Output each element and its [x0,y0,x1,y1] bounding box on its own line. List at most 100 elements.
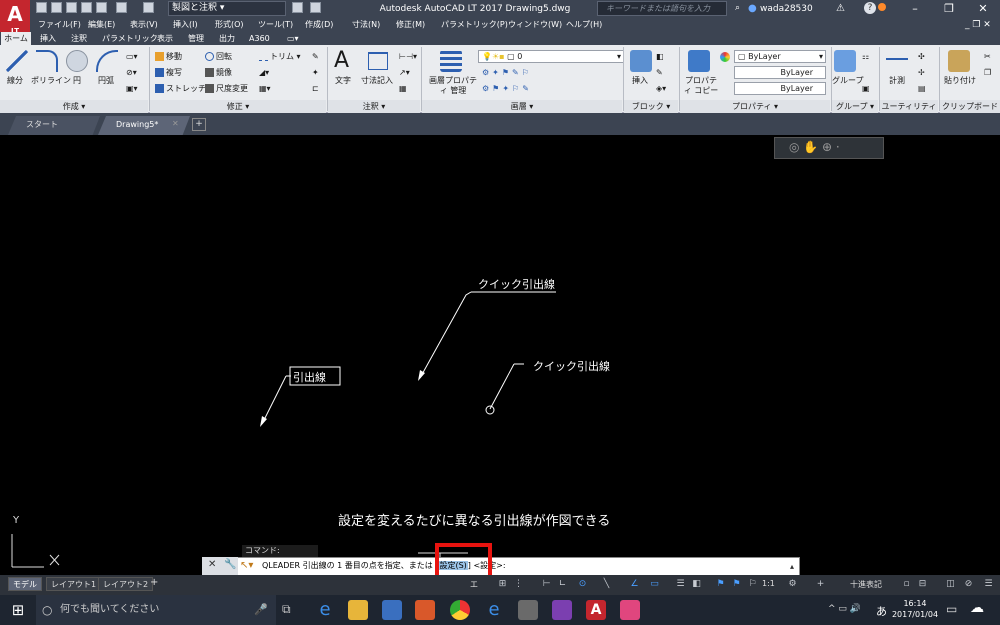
region-icon[interactable]: ▣▾ [126,84,138,94]
trim-tool[interactable]: トリム ▾ [259,52,301,62]
help-icon[interactable]: ? [864,2,876,14]
menu-tools[interactable]: ツール(T) [258,18,293,32]
open-file-icon[interactable] [51,2,62,13]
app-icon-3[interactable] [620,600,640,620]
ungroup-icon[interactable]: ⚏ [862,52,869,62]
store-icon[interactable] [382,600,402,620]
action-center-icon[interactable]: ▭ [946,602,957,616]
isodraft-icon[interactable]: ∠ [628,578,641,591]
start-button[interactable]: ⊞ [0,595,36,625]
binoculars-icon[interactable]: ⌕ [735,3,747,14]
tab-view[interactable]: 表示 [157,33,173,45]
layer-properties-icon[interactable] [440,50,462,72]
ribbon-toggle-icon[interactable]: ▭▾ [287,33,299,45]
tab-annotate[interactable]: 注釈 [71,33,87,45]
copy-clip-icon[interactable]: ❐ [984,68,991,78]
polyline-icon[interactable] [36,50,58,72]
menu-dimension[interactable]: 寸法(N) [352,18,380,32]
system-tray-icons[interactable]: ^ ▭ 🔊 [828,604,861,614]
layers-panel-label[interactable]: 画層 ▾ [422,100,622,113]
tab-layout2[interactable]: レイアウト2 [98,577,154,591]
tab-home[interactable]: ホーム [1,32,31,45]
linetype-dropdown[interactable]: ByLayer [734,66,826,79]
otrack-icon[interactable]: ▭ [648,578,661,591]
undo-icon[interactable] [116,2,127,13]
menu-edit[interactable]: 編集(E) [88,18,115,32]
scale-tool[interactable]: 尺度変更 [205,84,248,94]
lineweight-dropdown[interactable]: ByLayer [734,82,826,95]
app-icon[interactable] [518,600,538,620]
insert-block-icon[interactable] [630,50,652,72]
infer-icon[interactable]: ⊢ [540,578,553,591]
menu-parametric[interactable]: パラメトリック(P) [441,18,508,32]
offset-icon[interactable]: ⊏ [312,84,319,94]
file-explorer-icon[interactable] [348,600,368,620]
erase-icon[interactable]: ✎ [312,52,319,62]
ime-indicator[interactable]: あ [876,603,887,619]
chrome-icon[interactable] [450,600,470,620]
quick-properties-icon[interactable]: ▫ [900,578,913,591]
grid-icon[interactable]: ⊞ [496,578,509,591]
annotation-autoscale-icon[interactable]: ⚑ [730,578,743,591]
polar-icon[interactable]: ⊙ [576,578,589,591]
lock-ui-icon[interactable]: ⊟ [916,578,929,591]
create-block-icon[interactable]: ◧ [656,52,664,62]
tab-parametric[interactable]: パラメトリック [102,33,158,45]
measure-icon[interactable] [886,58,908,66]
new-tab-icon[interactable]: + [192,118,206,131]
menu-format[interactable]: 形式(O) [215,18,244,32]
copy-tool[interactable]: 複写 [155,68,182,78]
group-label[interactable]: グループ [832,76,864,86]
media-icon[interactable] [415,600,435,620]
color-dropdown[interactable]: ▢ ByLayer ▾ [734,50,826,63]
stretch-tool[interactable]: ストレッチ [155,84,206,94]
cut-icon[interactable]: ✂ [984,52,991,62]
minimize-icon[interactable]: – [898,0,932,18]
help-search-input[interactable]: キーワードまたは語句を入力 [597,1,727,16]
tab-model[interactable]: モデル [8,577,42,591]
isolate-icon[interactable]: ◫ [944,578,957,591]
text-icon[interactable]: A [334,48,349,74]
layer-tools-row1[interactable]: ⚙✦⚑✎⚐ [482,68,532,78]
calculator-icon[interactable]: ▤ [918,84,926,94]
menu-window[interactable]: ウィンドウ(W) [508,18,562,32]
utilities-panel-label[interactable]: ユーティリティ ▾ [880,100,938,124]
line-label[interactable]: 線分 [7,76,23,86]
tab-manage[interactable]: 管理 [188,33,204,45]
circle-icon[interactable] [66,50,88,72]
layer-properties-label[interactable]: 画層プロパティ 管理 [428,76,478,96]
menu-insert[interactable]: 挿入(I) [173,18,198,32]
color-wheel-icon[interactable] [720,52,730,62]
annotation-visibility-icon[interactable]: ⚑ [714,578,727,591]
restore-icon[interactable]: ❐ [932,0,966,18]
redo-icon[interactable] [143,2,154,13]
transparency-icon[interactable]: ◧ [690,578,703,591]
layer-tools-row2[interactable]: ⚙⚑✦⚐✎ [482,84,532,94]
new-file-icon[interactable] [36,2,47,13]
attribute-icon[interactable]: ◈▾ [656,84,666,94]
units-value[interactable]: 十進表記 [850,579,882,590]
command-history-arrow-icon[interactable]: ▴ [790,562,794,571]
dimension-label[interactable]: 寸法記入 [361,76,393,86]
circle-label[interactable]: 円 [73,76,81,86]
status-space[interactable]: エ [470,579,478,590]
customization-icon[interactable]: ☰ [982,578,995,591]
microphone-icon[interactable]: 🎤 [254,603,268,616]
group-select-icon[interactable]: ▣ [862,84,870,94]
insert-label[interactable]: 挿入 [632,76,648,86]
plot-icon[interactable] [96,2,107,13]
move-tool[interactable]: 移動 [155,52,182,62]
properties-panel-label[interactable]: プロパティ ▾ [680,100,830,113]
lineweight-icon[interactable]: ☰ [674,578,687,591]
table-icon[interactable]: ▦ [399,84,407,94]
match-properties-icon[interactable] [688,50,710,72]
clock[interactable]: 16:14 2017/01/04 [890,598,940,620]
paste-icon[interactable] [948,50,970,72]
match-properties-label[interactable]: プロパティ コピー [683,76,719,96]
ie-icon[interactable]: e [484,600,504,620]
ortho-icon[interactable]: ∟ [556,578,569,591]
text-label[interactable]: 文字 [335,76,351,86]
edit-block-icon[interactable]: ✎ [656,68,663,78]
mirror-tool[interactable]: 鏡像 [205,68,232,78]
application-menu-button[interactable]: A LT [0,0,30,36]
